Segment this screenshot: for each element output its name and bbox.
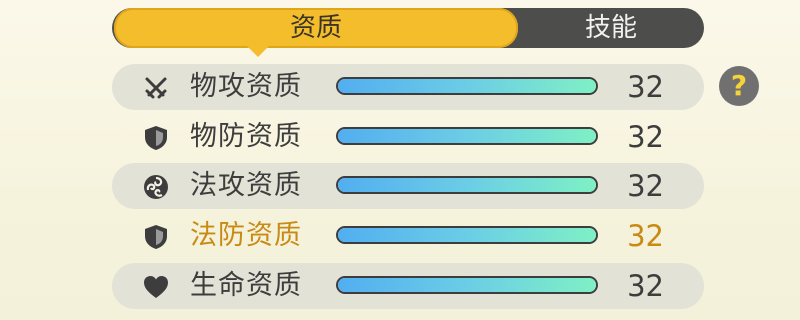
stat-bar <box>336 176 598 194</box>
stat-row-health: 生命资质 32 <box>112 263 704 309</box>
stat-row-magic-defense: 法防资质 32 <box>112 213 704 259</box>
stat-bar <box>336 127 598 145</box>
shield-icon <box>142 124 170 152</box>
stat-row-physical-defense: 物防资质 32 <box>112 114 704 160</box>
heart-icon <box>142 273 170 301</box>
tab-aptitude[interactable]: 资质 <box>114 8 518 48</box>
stat-value: 32 <box>627 120 664 154</box>
stat-bar-fill <box>338 228 596 242</box>
help-button[interactable]: ? <box>719 66 759 106</box>
stat-label: 物防资质 <box>190 121 302 152</box>
magic-swirl-icon <box>142 173 170 201</box>
stat-bar <box>336 226 598 244</box>
stat-row-physical-attack: 物攻资质 32 <box>112 64 704 110</box>
stat-label: 物攻资质 <box>190 71 302 102</box>
stat-value: 32 <box>627 219 664 253</box>
tab-skills[interactable]: 技能 <box>518 8 704 48</box>
tab-bar: 资质 技能 <box>112 8 704 48</box>
stat-label: 生命资质 <box>190 270 302 301</box>
magic-shield-icon <box>142 223 170 251</box>
stat-bar-fill <box>338 129 596 143</box>
stat-bar-fill <box>338 178 596 192</box>
active-tab-pointer <box>247 46 269 57</box>
stat-value: 32 <box>627 70 664 104</box>
stat-label: 法防资质 <box>190 220 302 251</box>
stat-bar-fill <box>338 278 596 292</box>
stat-bar <box>336 77 598 95</box>
crossed-swords-icon <box>142 74 170 102</box>
stat-bar-fill <box>338 79 596 93</box>
stat-value: 32 <box>627 169 664 203</box>
stat-bar <box>336 276 598 294</box>
stat-value: 32 <box>627 269 664 303</box>
stat-row-magic-attack: 法攻资质 32 <box>112 163 704 209</box>
stat-label: 法攻资质 <box>190 170 302 201</box>
